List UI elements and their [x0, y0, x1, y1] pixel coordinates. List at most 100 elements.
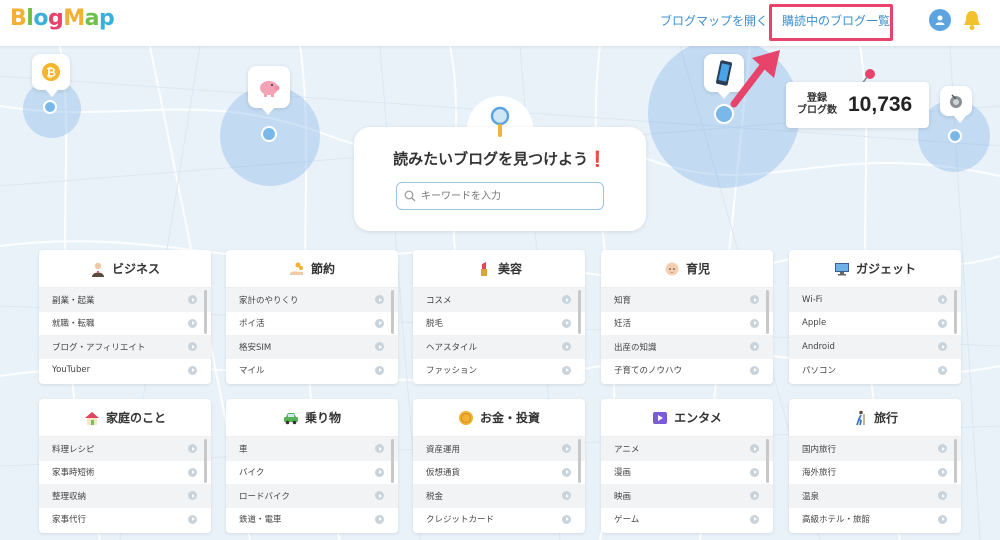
- map-pin-dot[interactable]: [43, 100, 57, 114]
- category-item[interactable]: バイク: [226, 461, 398, 485]
- category-item[interactable]: 映画: [601, 484, 773, 508]
- category-title[interactable]: 乗り物: [226, 399, 398, 437]
- category-item[interactable]: 漫画: [601, 461, 773, 485]
- list-scrollbar[interactable]: [578, 290, 581, 334]
- category-item[interactable]: Apple: [789, 312, 961, 336]
- category-item[interactable]: アニメ: [601, 437, 773, 461]
- category-item[interactable]: 温泉: [789, 484, 961, 508]
- category-item[interactable]: ファッション: [413, 359, 585, 383]
- category-title[interactable]: お金・投資: [413, 399, 585, 437]
- list-scrollbar[interactable]: [578, 439, 581, 483]
- notification-bell-icon[interactable]: [962, 9, 982, 31]
- category-title-text: ガジェット: [855, 262, 916, 276]
- chevron-right-icon: [375, 365, 384, 375]
- category-title[interactable]: エンタメ: [601, 399, 773, 437]
- category-item[interactable]: 税金: [413, 484, 585, 508]
- category-title[interactable]: ガジェット: [789, 250, 961, 288]
- category-item[interactable]: 資産運用: [413, 437, 585, 461]
- category-item[interactable]: 家計のやりくり: [226, 288, 398, 312]
- category-item[interactable]: 副業・起業: [39, 288, 211, 312]
- category-item[interactable]: YouTuber: [39, 359, 211, 383]
- category-title-text: 乗り物: [304, 411, 341, 425]
- category-item[interactable]: Android: [789, 335, 961, 359]
- category-item-label: パソコン: [802, 366, 837, 377]
- category-item-label: 資産運用: [426, 444, 461, 455]
- map-pin-dot[interactable]: [261, 126, 277, 142]
- category-item[interactable]: 出産の知識: [601, 335, 773, 359]
- category-item[interactable]: 車: [226, 437, 398, 461]
- map-pin-robot-vacuum[interactable]: [940, 86, 972, 123]
- list-scrollbar[interactable]: [766, 439, 769, 483]
- category-item[interactable]: 格安SIM: [226, 335, 398, 359]
- category-item-label: 副業・起業: [52, 295, 95, 306]
- category-item[interactable]: 高級ホテル・旅館: [789, 508, 961, 532]
- map-pin-piggy-bank[interactable]: [248, 66, 290, 115]
- chevron-right-icon: [375, 444, 384, 454]
- category-item[interactable]: 料理レシピ: [39, 437, 211, 461]
- subscribed-blogs-link[interactable]: 購読中のブログ一覧: [782, 12, 890, 29]
- list-scrollbar[interactable]: [954, 439, 957, 483]
- category-list: 車バイク ロードバイク鉄道・電車: [226, 437, 398, 531]
- open-blog-map-link[interactable]: ブログマップを開く: [660, 12, 768, 29]
- category-item-label: 仮想通貨: [426, 468, 461, 479]
- blogmap-logo[interactable]: BlogMap: [10, 6, 115, 31]
- list-scrollbar[interactable]: [391, 290, 394, 334]
- category-list: 家計のやりくり ポイ活 格安SIM マイル: [226, 288, 398, 382]
- category-title[interactable]: 旅行: [789, 399, 961, 437]
- category-item-label: 国内旅行: [802, 444, 837, 455]
- category-item[interactable]: ロードバイク: [226, 484, 398, 508]
- category-item[interactable]: 家事時短術: [39, 461, 211, 485]
- chevron-right-icon: [188, 467, 197, 477]
- category-item[interactable]: コスメ: [413, 288, 585, 312]
- category-title[interactable]: 節約: [226, 250, 398, 288]
- category-item[interactable]: ヘアスタイル: [413, 335, 585, 359]
- list-scrollbar[interactable]: [954, 290, 957, 334]
- chevron-right-icon: [562, 444, 571, 454]
- category-item-label: 鉄道・電車: [239, 515, 282, 526]
- piggy-bank-icon: [260, 81, 280, 97]
- category-item[interactable]: ゲーム: [601, 508, 773, 532]
- category-title[interactable]: 育児: [601, 250, 773, 288]
- chevron-right-icon: [750, 318, 759, 328]
- list-scrollbar[interactable]: [391, 439, 394, 483]
- list-scrollbar[interactable]: [766, 290, 769, 334]
- map-pin-dot[interactable]: [948, 129, 962, 143]
- category-card-6: 乗り物車バイク ロードバイク鉄道・電車: [226, 399, 398, 533]
- category-item[interactable]: マイル: [226, 359, 398, 383]
- list-scrollbar[interactable]: [204, 439, 207, 483]
- category-item-label: 子育てのノウハウ: [614, 366, 683, 377]
- play-icon: [652, 410, 668, 426]
- category-item[interactable]: 鉄道・電車: [226, 508, 398, 532]
- baby-icon: [664, 261, 680, 277]
- category-item[interactable]: パソコン: [789, 359, 961, 383]
- category-title[interactable]: ビジネス: [39, 250, 211, 288]
- category-item[interactable]: ブログ・アフィリエイト: [39, 335, 211, 359]
- search-input[interactable]: [396, 182, 604, 210]
- category-item[interactable]: 脱毛: [413, 312, 585, 336]
- map-pin-bitcoin[interactable]: ₿: [32, 54, 70, 97]
- category-item[interactable]: Wi-Fi: [789, 288, 961, 312]
- category-item[interactable]: 就職・転職: [39, 312, 211, 336]
- category-item[interactable]: 家事代行: [39, 508, 211, 532]
- category-item[interactable]: 整理収納: [39, 484, 211, 508]
- category-title[interactable]: 美容: [413, 250, 585, 288]
- user-avatar[interactable]: [929, 9, 951, 31]
- category-item[interactable]: 海外旅行: [789, 461, 961, 485]
- category-item-label: YouTuber: [52, 365, 91, 376]
- category-card-4: ガジェット Wi-Fi Apple Android パソコン: [789, 250, 961, 384]
- category-item[interactable]: 仮想通貨: [413, 461, 585, 485]
- category-title[interactable]: 家庭のこと: [39, 399, 211, 437]
- category-item[interactable]: 妊活: [601, 312, 773, 336]
- bitcoin-icon: ₿: [42, 63, 60, 81]
- category-item[interactable]: 子育てのノウハウ: [601, 359, 773, 383]
- category-item-label: コスメ: [426, 295, 452, 306]
- list-scrollbar[interactable]: [204, 290, 207, 334]
- category-item[interactable]: ポイ活: [226, 312, 398, 336]
- category-item[interactable]: クレジットカード: [413, 508, 585, 532]
- annotation-arrow-icon: [730, 50, 780, 108]
- category-item-label: アニメ: [614, 444, 640, 455]
- category-item[interactable]: 国内旅行: [789, 437, 961, 461]
- chevron-right-icon: [938, 514, 947, 524]
- category-item[interactable]: 知育: [601, 288, 773, 312]
- category-list: 料理レシピ 家事時短術 整理収納 家事代行: [39, 437, 211, 531]
